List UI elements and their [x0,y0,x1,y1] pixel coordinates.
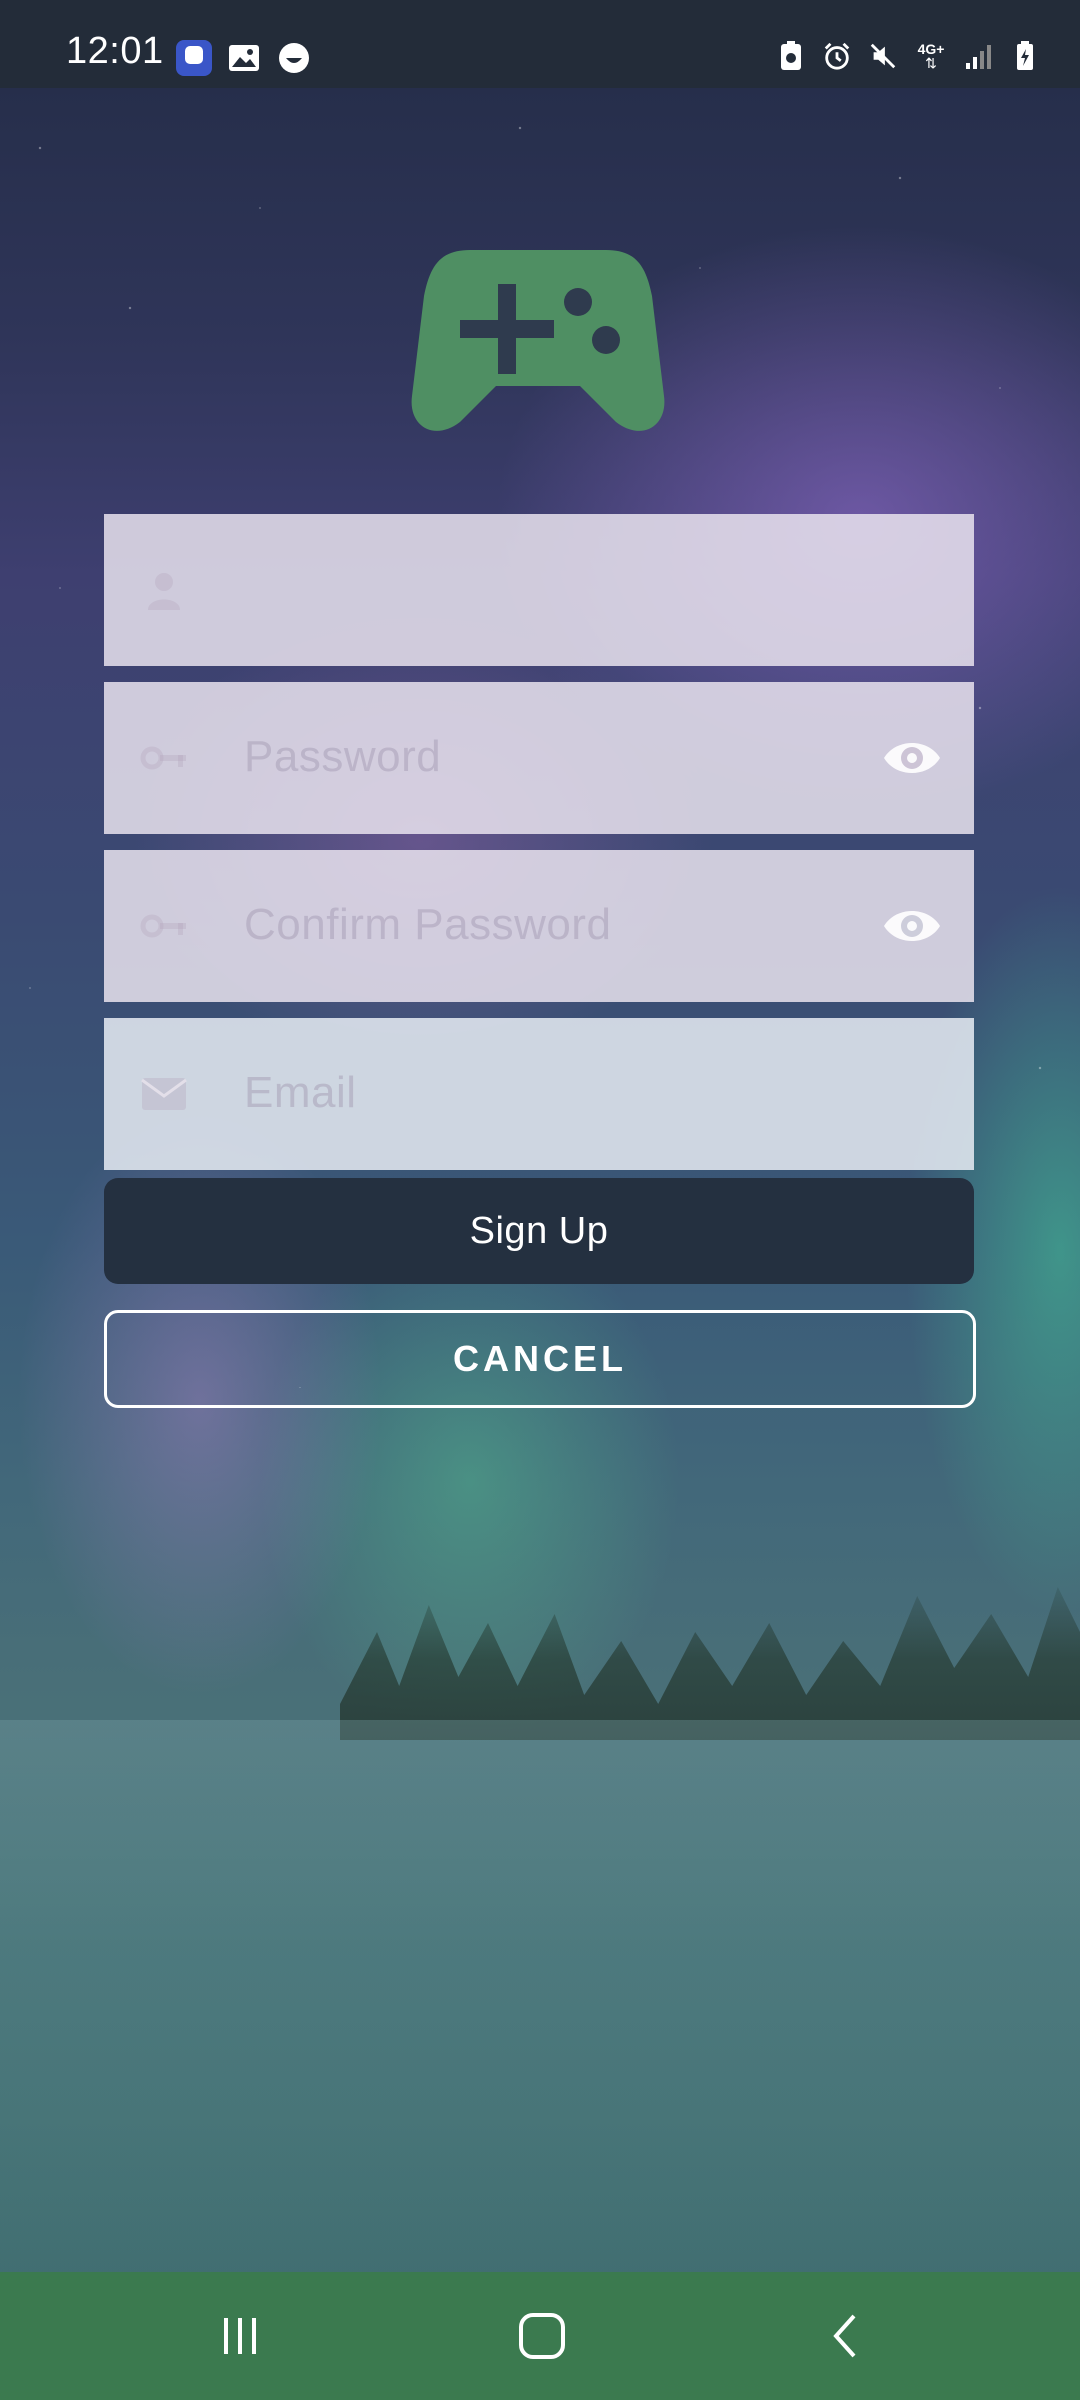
status-bar: 12:01 4G+ ⇅ [0,0,1080,88]
app-notification-icon [176,40,212,76]
cancel-button[interactable]: CANCEL [104,1310,976,1408]
battery-charging-icon [1010,40,1040,72]
username-field[interactable] [104,514,974,666]
email-placeholder: Email [244,1068,357,1117]
network-label: 4G+ [917,41,945,57]
key-icon [140,906,188,946]
mute-icon [868,40,898,72]
home-icon[interactable] [512,2308,572,2364]
envelope-icon [140,1074,188,1114]
alarm-icon [822,40,852,72]
data-arrows-icon: ⇅ [925,55,937,71]
eye-icon[interactable] [882,736,942,780]
image-icon [226,40,262,76]
status-right-icons: 4G+ ⇅ [776,40,1040,72]
emoji-icon [276,40,312,76]
network-4g-icon: 4G+ ⇅ [914,40,948,72]
password-placeholder: Password [244,732,442,781]
key-icon [140,738,188,778]
snowfield [0,1720,1080,2280]
gamepad-icon [410,246,666,436]
confirm-password-field[interactable]: Confirm Password [104,850,974,1002]
status-time: 12:01 [66,30,164,72]
email-field[interactable]: Email [104,1018,974,1170]
person-icon [140,570,188,610]
password-field[interactable]: Password [104,682,974,834]
eye-icon[interactable] [882,904,942,948]
signup-button[interactable]: Sign Up [104,1178,974,1284]
signal-icon [964,40,994,72]
navigation-bar [0,2272,1080,2400]
back-icon[interactable] [816,2308,876,2364]
recent-apps-icon[interactable] [210,2308,270,2364]
confirm-password-placeholder: Confirm Password [244,900,612,949]
data-saver-icon [776,40,806,72]
status-left-icons [176,40,312,76]
